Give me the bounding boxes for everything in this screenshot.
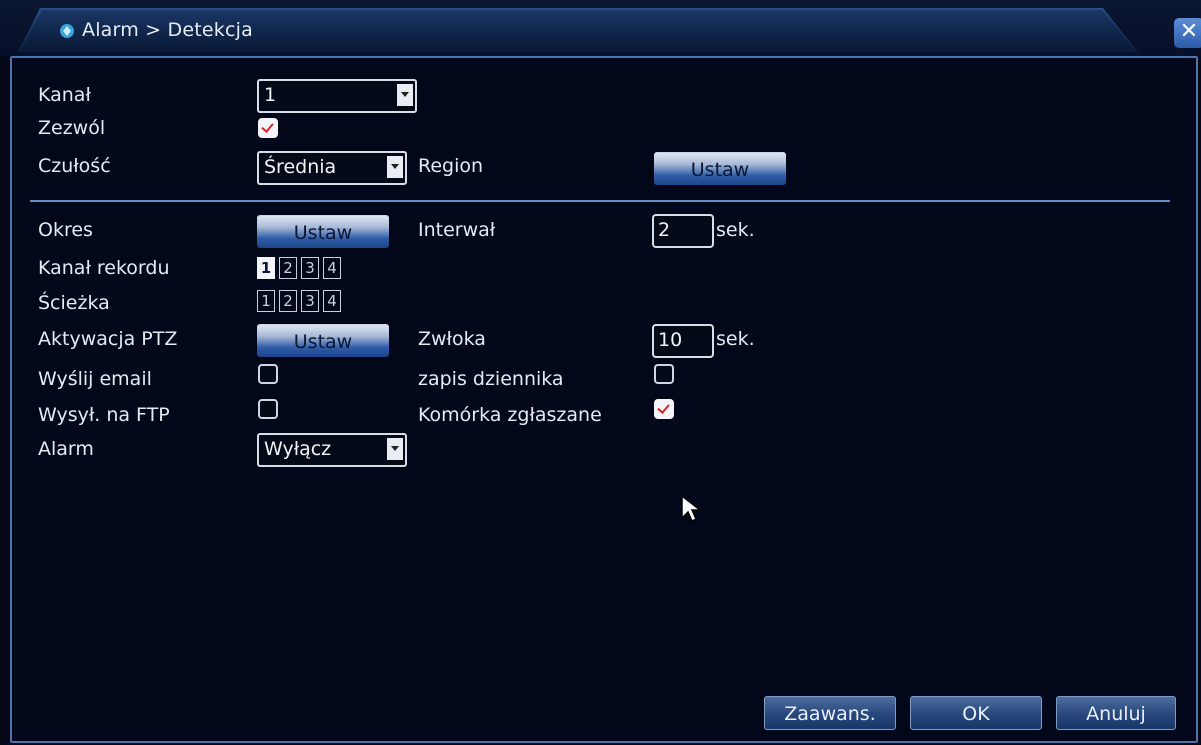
ptz-label: Aktywacja PTZ bbox=[38, 328, 178, 350]
kanal-rekordu-label: Kanał rekordu bbox=[38, 257, 170, 279]
kanal-select[interactable]: 1 bbox=[257, 79, 417, 113]
section-divider bbox=[30, 200, 1170, 202]
alarm-select[interactable]: Wyłącz bbox=[257, 433, 407, 467]
ftp-label: Wysył. na FTP bbox=[38, 404, 170, 426]
record-channel-4[interactable]: 4 bbox=[323, 257, 341, 279]
interwal-unit: sek. bbox=[716, 219, 755, 241]
czulosc-select[interactable]: Średnia bbox=[257, 151, 407, 185]
alarm-label: Alarm bbox=[38, 438, 94, 460]
ok-button[interactable]: OK bbox=[910, 696, 1042, 730]
region-set-button[interactable]: Ustaw bbox=[654, 152, 786, 185]
path-channel-1[interactable]: 1 bbox=[257, 290, 275, 312]
czulosc-value: Średnia bbox=[264, 156, 337, 178]
path-channel-2[interactable]: 2 bbox=[279, 290, 297, 312]
title-bar: Alarm > Detekcja ✕ bbox=[0, 0, 1201, 56]
cell-checkbox[interactable] bbox=[654, 399, 674, 419]
interwal-input[interactable]: 2 bbox=[652, 214, 714, 248]
cell-label: Komórka zgłaszane bbox=[418, 404, 602, 426]
chevron-down-icon bbox=[387, 438, 403, 460]
zwloka-unit: sek. bbox=[716, 328, 755, 350]
region-label: Region bbox=[418, 155, 484, 177]
chevron-down-icon bbox=[397, 84, 413, 106]
alarm-value: Wyłącz bbox=[264, 438, 332, 460]
path-channel-4[interactable]: 4 bbox=[323, 290, 341, 312]
record-channel-group: 1 2 3 4 bbox=[257, 257, 377, 279]
okres-label: Okres bbox=[38, 219, 93, 241]
kanal-value: 1 bbox=[264, 84, 277, 106]
ptz-set-button[interactable]: Ustaw bbox=[257, 324, 389, 357]
log-label: zapis dziennika bbox=[418, 368, 564, 390]
record-channel-3[interactable]: 3 bbox=[301, 257, 319, 279]
window-title: Alarm > Detekcja bbox=[82, 19, 253, 41]
interwal-label: Interwał bbox=[418, 219, 496, 241]
interwal-value: 2 bbox=[658, 219, 671, 241]
email-checkbox[interactable] bbox=[258, 364, 278, 384]
cancel-button[interactable]: Anuluj bbox=[1056, 696, 1176, 730]
email-label: Wyślij email bbox=[38, 368, 152, 390]
kanal-label: Kanał bbox=[38, 84, 91, 106]
content-frame bbox=[10, 56, 1198, 743]
zezwol-checkbox[interactable] bbox=[258, 118, 278, 138]
chevron-down-icon bbox=[387, 156, 403, 178]
ftp-checkbox[interactable] bbox=[258, 399, 278, 419]
mouse-cursor-icon bbox=[681, 494, 702, 523]
zwloka-label: Zwłoka bbox=[418, 328, 486, 350]
advanced-button[interactable]: Zaawans. bbox=[764, 696, 896, 730]
czulosc-label: Czułość bbox=[38, 155, 111, 177]
path-channel-3[interactable]: 3 bbox=[301, 290, 319, 312]
sciezka-label: Ścieżka bbox=[38, 292, 110, 314]
record-channel-1[interactable]: 1 bbox=[257, 257, 275, 279]
alarm-icon bbox=[60, 24, 74, 38]
close-icon[interactable]: ✕ bbox=[1174, 18, 1201, 48]
zwloka-value: 10 bbox=[658, 329, 683, 351]
path-channel-group: 1 2 3 4 bbox=[257, 290, 377, 312]
okres-set-button[interactable]: Ustaw bbox=[257, 215, 389, 248]
alarm-detection-window: Alarm > Detekcja ✕ Kanał 1 Zezwól Czułoś… bbox=[0, 0, 1201, 745]
log-checkbox[interactable] bbox=[654, 364, 674, 384]
record-channel-2[interactable]: 2 bbox=[279, 257, 297, 279]
zezwol-label: Zezwól bbox=[38, 117, 106, 139]
zwloka-input[interactable]: 10 bbox=[652, 324, 714, 358]
